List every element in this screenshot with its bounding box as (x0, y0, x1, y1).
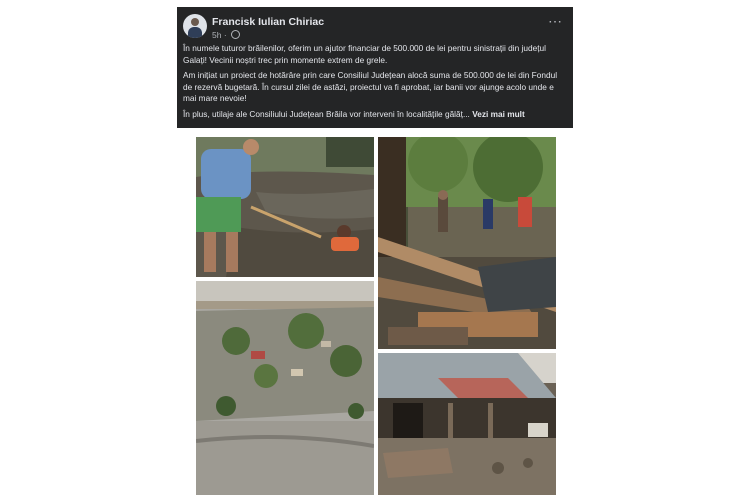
facebook-post: Francisk Iulian Chiriac 5h · ⋯ În numele… (177, 7, 573, 128)
avatar-head (191, 18, 199, 26)
photo-vineyard-image (378, 137, 556, 349)
paragraph-2: Am inițiat un proiect de hotărâre prin c… (183, 70, 558, 103)
photo-vineyard[interactable] (378, 137, 556, 349)
avatar-body (188, 27, 202, 38)
post-text: În numele tuturor brăilenilor, oferim un… (183, 43, 565, 124)
photo-aerial-flood-image (196, 281, 374, 495)
paragraph-3: În plus, utilaje ale Consiliului Județea… (183, 109, 565, 121)
avatar[interactable] (183, 14, 207, 38)
see-more-link[interactable]: Vezi mai mult (472, 109, 525, 119)
more-options-icon[interactable]: ⋯ (548, 13, 563, 30)
photo-collapsed-shed-image (378, 353, 556, 495)
paragraph-3-text: În plus, utilaje ale Consiliului Județea… (183, 108, 470, 119)
post-meta: 5h · (212, 30, 241, 40)
author-name[interactable]: Francisk Iulian Chiriac (212, 16, 324, 28)
paragraph-1: În numele tuturor brăilenilor, oferim un… (183, 43, 546, 65)
post-time[interactable]: 5h (212, 30, 221, 40)
photo-collapsed-shed[interactable] (378, 353, 556, 495)
photo-rescue[interactable] (196, 137, 374, 277)
globe-icon (231, 30, 241, 39)
photo-aerial-flood[interactable] (196, 281, 374, 495)
photo-rescue-image (196, 137, 374, 277)
